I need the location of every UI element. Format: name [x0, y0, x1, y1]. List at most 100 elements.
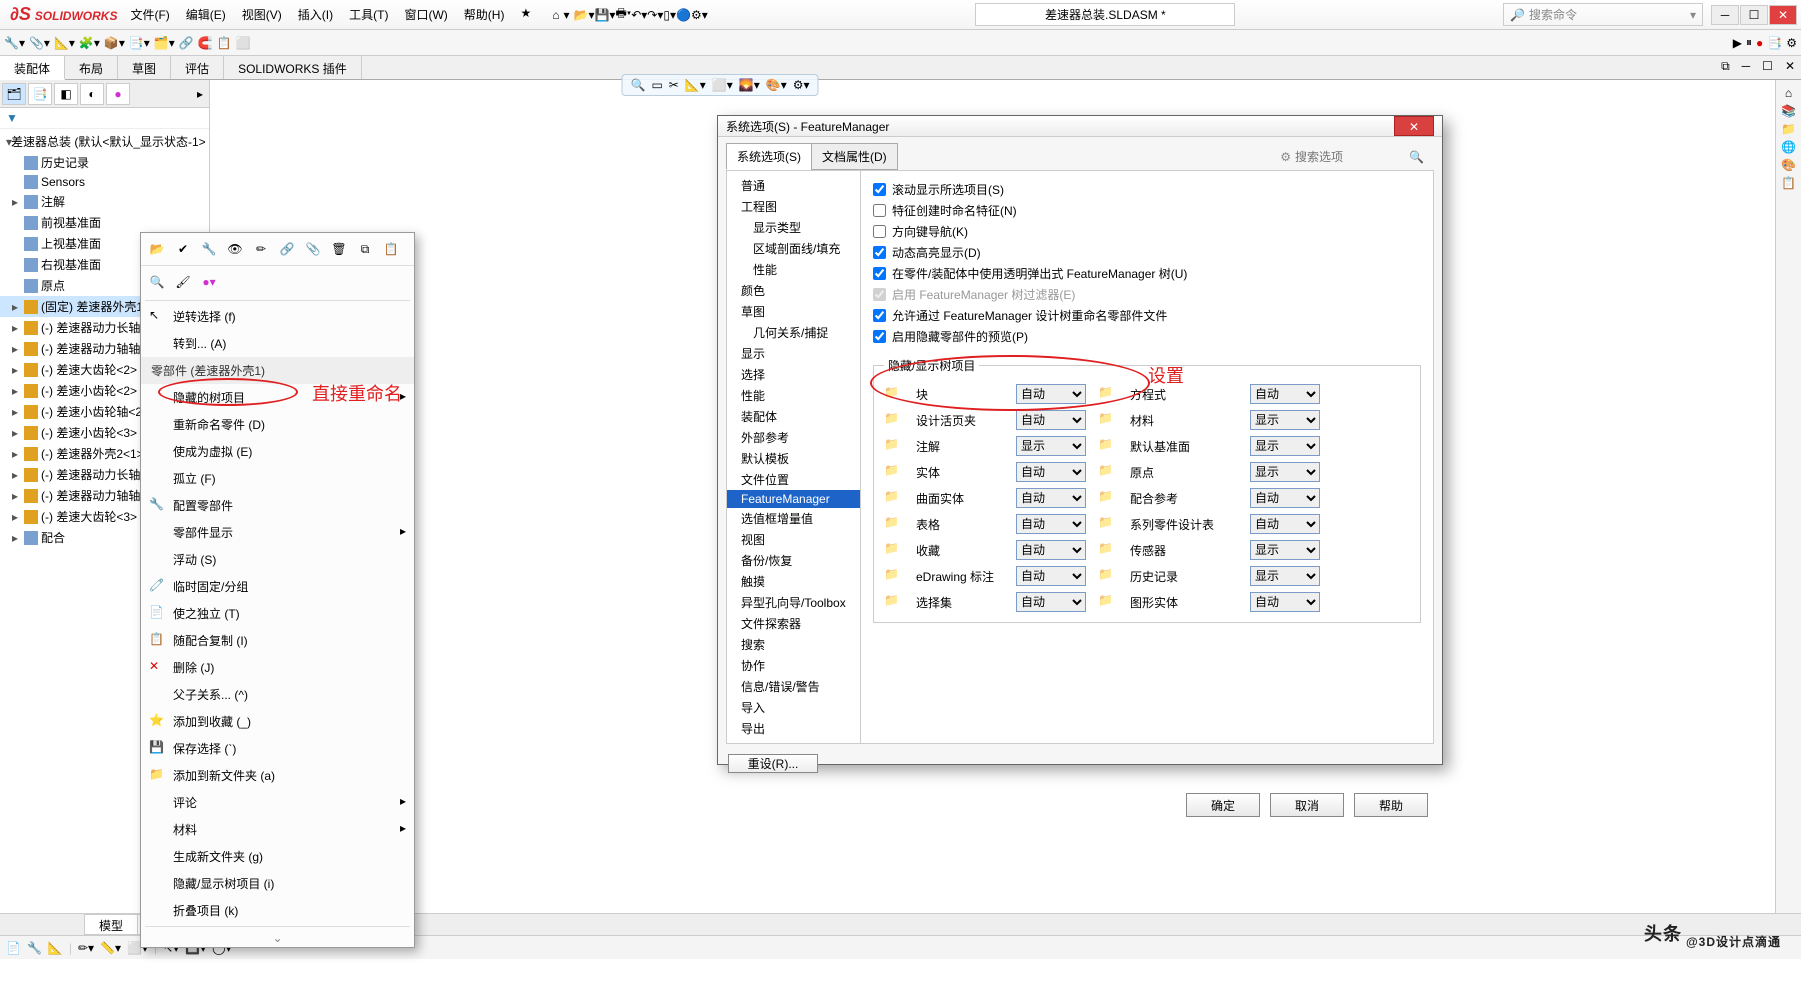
tree-item-select[interactable]: 自动: [1250, 384, 1320, 404]
options-icon[interactable]: ⚙▾: [691, 8, 708, 22]
ctx-float[interactable]: 浮动 (S): [141, 546, 414, 573]
tree-item-select[interactable]: 显示: [1250, 462, 1320, 482]
maximize-button[interactable]: ☐: [1740, 5, 1768, 25]
options-search[interactable]: ⚙🔍: [1280, 143, 1434, 170]
tree-item-select[interactable]: 显示: [1250, 436, 1320, 456]
ctx-icon[interactable]: ✔: [173, 239, 193, 259]
zoom-area-icon[interactable]: ▭: [651, 78, 662, 92]
tree-item[interactable]: 历史记录: [0, 152, 209, 173]
ctx-make-virtual[interactable]: 使成为虚拟 (E): [141, 438, 414, 465]
tab-assembly[interactable]: 装配体: [0, 56, 65, 80]
ctx-icon[interactable]: 🗑: [329, 239, 349, 259]
options-tree-node[interactable]: 文件探索器: [727, 613, 860, 634]
ctx-add-fav[interactable]: ⭐添加到收藏 (_): [141, 708, 414, 735]
sb-icon[interactable]: 📐: [48, 941, 63, 955]
menu-edit[interactable]: 编辑(E): [179, 1, 233, 28]
tab-evaluate[interactable]: 评估: [171, 56, 224, 79]
tool-icon[interactable]: 📎▾: [29, 36, 50, 50]
fm-tree-tab-icon[interactable]: 🗂: [2, 83, 26, 105]
options-tree-node[interactable]: 草图: [727, 301, 860, 322]
taskpane-home-icon[interactable]: ⌂: [1785, 86, 1792, 100]
options-tree-node[interactable]: 协作: [727, 655, 860, 676]
btab-model[interactable]: 模型: [84, 914, 138, 935]
tree-item-select[interactable]: 自动: [1250, 514, 1320, 534]
ctx-icon[interactable]: 🔧: [199, 239, 219, 259]
option-checkbox[interactable]: 方向键导航(K): [873, 221, 1421, 242]
options-tree-node[interactable]: 装配体: [727, 406, 860, 427]
cancel-button[interactable]: 取消: [1270, 793, 1344, 817]
ctx-invert-selection[interactable]: ↖逆转选择 (f): [141, 303, 414, 330]
sb-icon[interactable]: 🔧: [27, 941, 42, 955]
ctx-independent[interactable]: 📄使之独立 (T): [141, 600, 414, 627]
prop-tab-icon[interactable]: ◧: [54, 83, 78, 105]
ctx-icon[interactable]: 📋: [381, 239, 401, 259]
taskpane-custom-icon[interactable]: 📋: [1781, 176, 1796, 190]
view-settings-icon[interactable]: ⚙▾: [793, 78, 810, 92]
ctx-material[interactable]: 材料▸: [141, 816, 414, 843]
options-tree-node[interactable]: 外部参考: [727, 427, 860, 448]
tree-item-select[interactable]: 显示: [1250, 566, 1320, 586]
tree-item[interactable]: ▸注解: [0, 191, 209, 212]
ok-button[interactable]: 确定: [1186, 793, 1260, 817]
ctx-icon[interactable]: 🖌: [173, 272, 193, 292]
save-icon[interactable]: 💾▾: [594, 8, 615, 22]
pane-min-icon[interactable]: ─: [1736, 56, 1757, 79]
options-tree-node[interactable]: 选值框增量值: [727, 508, 860, 529]
side-expand-icon[interactable]: ▸: [193, 87, 207, 101]
sb-icon[interactable]: ✏▾: [78, 941, 94, 955]
ctx-icon[interactable]: 🔍: [147, 272, 167, 292]
options-tree-node[interactable]: 选择: [727, 364, 860, 385]
option-checkbox[interactable]: 动态高亮显示(D): [873, 242, 1421, 263]
tree-item-select[interactable]: 显示: [1250, 540, 1320, 560]
ctx-save-sel[interactable]: 💾保存选择 (`): [141, 735, 414, 762]
undo-icon[interactable]: ↶▾: [631, 8, 647, 22]
option-checkbox[interactable]: 特征创建时命名特征(N): [873, 200, 1421, 221]
scenes-icon[interactable]: 🌄▾: [739, 78, 760, 92]
option-checkbox[interactable]: 允许通过 FeatureManager 设计树重命名零部件文件: [873, 305, 1421, 326]
config-tab-icon[interactable]: 📑: [28, 83, 52, 105]
options-tree-node[interactable]: 导入: [727, 697, 860, 718]
tree-item-select[interactable]: 自动: [1016, 410, 1086, 430]
ctx-icon[interactable]: 📎: [303, 239, 323, 259]
tab-layout[interactable]: 布局: [65, 56, 118, 79]
zoom-fit-icon[interactable]: 🔍: [630, 78, 645, 92]
options-tree-node[interactable]: 显示: [727, 343, 860, 364]
options-tree-node[interactable]: 区域剖面线/填充: [727, 238, 860, 259]
help-button[interactable]: 帮助: [1354, 793, 1428, 817]
ctx-icon[interactable]: ✏: [251, 239, 271, 259]
appearances-icon[interactable]: 🎨▾: [766, 78, 787, 92]
pane-close-icon[interactable]: ✕: [1779, 56, 1801, 79]
menu-window[interactable]: 窗口(W): [397, 1, 454, 28]
open-icon[interactable]: 📂▾: [574, 8, 595, 22]
tool-icon[interactable]: 🔗: [179, 36, 194, 50]
new-icon[interactable]: ▾: [559, 8, 573, 22]
ctx-copy-mates[interactable]: 📋随配合复制 (I): [141, 627, 414, 654]
tool-icon[interactable]: 🧩▾: [79, 36, 100, 50]
ctx-temp-fix[interactable]: 🧷临时固定/分组: [141, 573, 414, 600]
options-tree-node[interactable]: FeatureManager: [727, 490, 860, 508]
command-search[interactable]: 🔎搜索命令▾: [1503, 3, 1703, 26]
options-tree-node[interactable]: 显示类型: [727, 217, 860, 238]
tab-addins[interactable]: SOLIDWORKS 插件: [224, 56, 362, 79]
menu-view[interactable]: 视图(V): [235, 1, 289, 28]
ctx-hide-show-tree[interactable]: 隐藏/显示树项目 (i): [141, 870, 414, 897]
taskpane-appear-icon[interactable]: 🎨: [1781, 158, 1796, 172]
pane-max-icon[interactable]: ☐: [1756, 56, 1779, 79]
ctx-delete[interactable]: ✕删除 (J): [141, 654, 414, 681]
tree-item-select[interactable]: 自动: [1016, 592, 1086, 612]
ctx-add-folder[interactable]: 📁添加到新文件夹 (a): [141, 762, 414, 789]
dialog-close-button[interactable]: ✕: [1394, 116, 1434, 136]
tree-item-select[interactable]: 显示: [1250, 410, 1320, 430]
options-tree-node[interactable]: 信息/错误/警告: [727, 676, 860, 697]
ctx-goto[interactable]: 转到... (A): [141, 330, 414, 357]
ctx-collapse[interactable]: 折叠项目 (k): [141, 897, 414, 924]
dlg-tab-document[interactable]: 文档属性(D): [811, 143, 898, 170]
sb-icon[interactable]: 📄: [6, 941, 21, 955]
tool-icon[interactable]: ⬜: [236, 36, 251, 50]
close-button[interactable]: ✕: [1769, 5, 1797, 25]
tool-icon[interactable]: 📐▾: [54, 36, 75, 50]
options-tree-node[interactable]: 工程图: [727, 196, 860, 217]
options-tree-node[interactable]: 异型孔向导/Toolbox: [727, 592, 860, 613]
tool-icon[interactable]: 📦▾: [104, 36, 125, 50]
tool-icon[interactable]: 📋: [217, 36, 232, 50]
